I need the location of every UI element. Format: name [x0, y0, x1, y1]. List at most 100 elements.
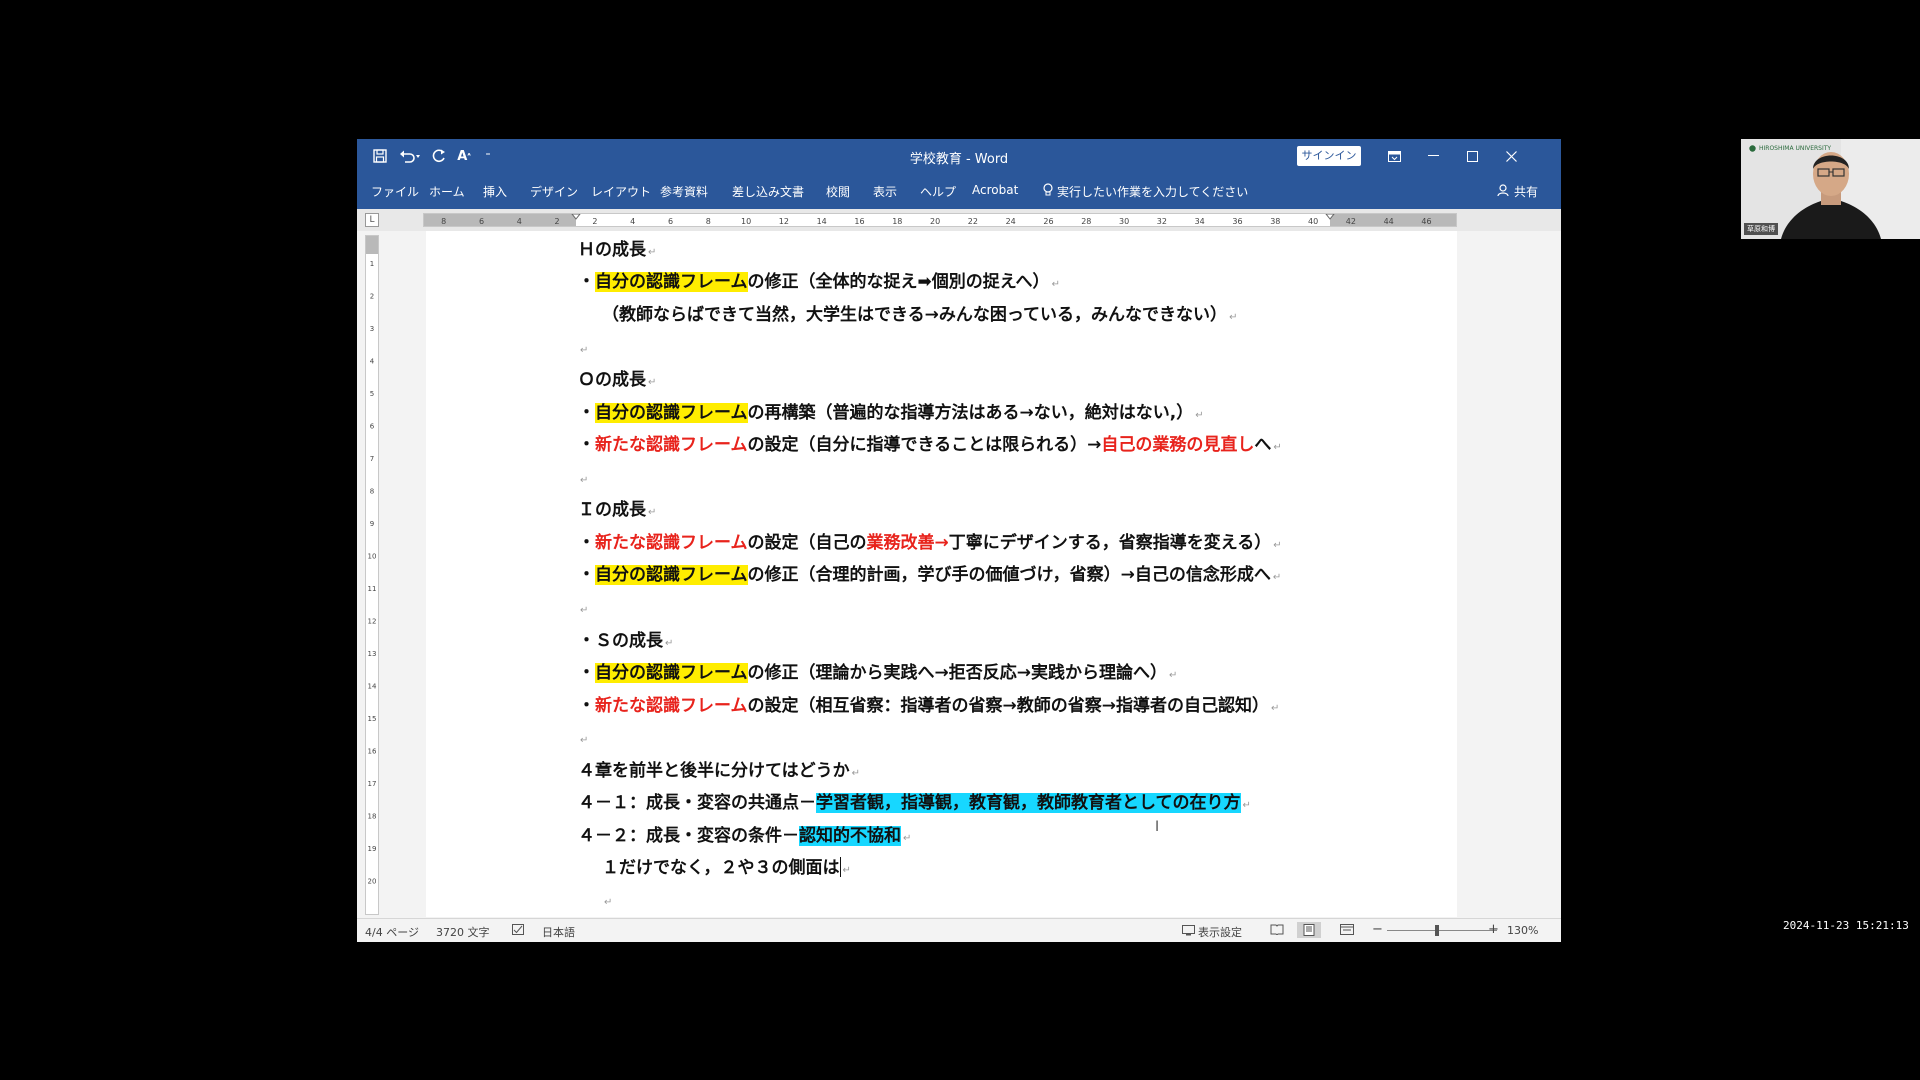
chapter4-2-line: ４－２：成長・変容の条件－認知的不協和 ↵	[578, 826, 912, 846]
ruler-number: 14	[817, 217, 827, 226]
tell-me-box[interactable]: 実行したい作業を入力してください	[1043, 183, 1248, 200]
display-settings-button[interactable]: 表示設定	[1182, 924, 1242, 940]
proofing-icon[interactable]	[512, 924, 524, 935]
ruler-number: 8	[441, 217, 446, 226]
zoom-slider[interactable]	[1387, 930, 1497, 931]
minimize-icon[interactable]	[1421, 144, 1445, 168]
h-line-2: （教師ならばできて当然，大学生はできる→みんな困っている，みんなできない） ↵	[602, 305, 1238, 325]
s-line-1: ・自分の認識フレームの修正（理論から実践へ→拒否反応→実践から理論へ） ↵	[578, 663, 1178, 683]
lightbulb-icon	[1043, 183, 1053, 200]
ruler-number: 26	[1043, 217, 1053, 226]
university-logo-text: HIROSHIMA UNIVERSITY	[1759, 145, 1832, 152]
last-line: １だけでなく，２や３の側面は ↵	[602, 857, 851, 878]
vertical-ruler[interactable]: 1 2 3 4 5 6 7 8 9 10 11 12 13 14 15 16 17 18 19 20	[365, 235, 379, 915]
vertical-ruler-ticks: 1234567891011121314151617181920	[368, 260, 377, 886]
vertical-ruler-number: 5	[370, 390, 374, 398]
tab-help[interactable]: ヘルプ	[920, 183, 956, 200]
vertical-ruler-number: 18	[368, 813, 377, 821]
ruler-number: 2	[592, 217, 597, 226]
vertical-ruler-number: 4	[370, 358, 375, 366]
tab-selector[interactable]: L	[365, 213, 379, 227]
read-mode-icon[interactable]	[1270, 924, 1284, 935]
chapter4-line: ４章を前半と後半に分けてはどうか ↵	[578, 761, 861, 781]
tab-home[interactable]: ホーム	[429, 183, 465, 200]
empty-para: ↵	[580, 605, 589, 616]
ruler-number: 10	[741, 217, 751, 226]
word-window: Aᴬ ⁼ 学校教育 - Word サインイン ファイル ホーム 挿入 デザイン …	[357, 139, 1561, 942]
share-button[interactable]: 共有	[1497, 183, 1538, 200]
horizontal-ruler[interactable]: 8 6 4 2 2 4 6 8 10 12 14 16 18 20 22 24 26 28 30 32 34 36 38 40…	[423, 213, 1457, 227]
maximize-icon[interactable]	[1460, 144, 1484, 168]
language[interactable]: 日本語	[542, 924, 575, 940]
window-title: 学校教育 - Word	[909, 152, 1009, 167]
tab-insert[interactable]: 挿入	[483, 183, 507, 200]
ruler-number: 28	[1081, 217, 1091, 226]
title-bar: Aᴬ ⁼ 学校教育 - Word サインイン	[357, 139, 1561, 173]
zoom-out-button[interactable]: −	[1372, 922, 1383, 937]
tab-review[interactable]: 校閲	[826, 183, 850, 200]
close-icon[interactable]	[1499, 144, 1523, 168]
tab-layout[interactable]: レイアウト	[591, 183, 651, 200]
page-count[interactable]: 4/4 ページ	[365, 924, 419, 940]
ruler-number: 8	[706, 217, 711, 226]
ruler-number: 12	[779, 217, 789, 226]
tab-acrobat[interactable]: Acrobat	[972, 183, 1018, 197]
vertical-ruler-number: 3	[370, 325, 374, 333]
web-layout-icon[interactable]	[1340, 924, 1354, 935]
tell-me-text: 実行したい作業を入力してください	[1057, 185, 1249, 199]
zoom-slider-thumb[interactable]	[1435, 925, 1439, 936]
share-label: 共有	[1514, 185, 1539, 199]
o-line-1: ・自分の認識フレームの再構築（普遍的な指導方法はある→ない，絶対はない,） ↵	[578, 403, 1204, 423]
vertical-ruler-number: 11	[368, 585, 377, 593]
vertical-ruler-number: 19	[368, 845, 377, 853]
tab-references[interactable]: 参考資料	[660, 183, 708, 200]
right-indent-marker[interactable]	[1325, 214, 1335, 220]
empty-para: ↵	[580, 735, 589, 746]
empty-para: ↵	[604, 897, 613, 908]
empty-para: ↵	[580, 345, 589, 356]
vertical-ruler-number: 15	[368, 715, 377, 723]
vertical-ruler-number: 9	[370, 520, 374, 528]
ruler-number: 24	[1006, 217, 1016, 226]
ruler-ticks: 8 6 4 2 2 4 6 8 10 12 14 16 18 20 22 24 26 28 30 32 34 36 38 40…	[441, 214, 1432, 226]
vertical-ruler-number: 20	[368, 878, 377, 886]
ruler-number: 16	[854, 217, 864, 226]
tab-mailings[interactable]: 差し込み文書	[732, 183, 804, 200]
zoom-level[interactable]: 130%	[1507, 924, 1538, 937]
participant-name: 草原和博	[1744, 223, 1778, 235]
ruler-number: 34	[1195, 217, 1205, 226]
vertical-ruler-number: 2	[370, 293, 374, 301]
h-line-1: ・自分の認識フレームの修正（全体的な捉え➡個別の捉えへ） ↵	[578, 272, 1060, 292]
vertical-ruler-margin	[366, 236, 378, 254]
zoom-in-button[interactable]: +	[1488, 922, 1499, 937]
vertical-ruler-number: 14	[368, 683, 377, 691]
ribbon-display-icon[interactable]	[1382, 144, 1406, 168]
horizontal-ruler-row: L 8 6 4 2 2 4 6 8 10 12 14 16 18 20 22 24 26 28 30 32 34 36 38…	[357, 209, 1561, 231]
ruler-number: 6	[479, 217, 484, 226]
monitor-icon	[1182, 925, 1195, 939]
vertical-ruler-number: 1	[370, 260, 374, 268]
ribbon-tabs: ファイル ホーム 挿入 デザイン レイアウト 参考資料 差し込み文書 校閲 表示…	[357, 173, 1561, 209]
ruler-number: 32	[1157, 217, 1167, 226]
print-layout-icon[interactable]	[1297, 922, 1321, 938]
s-line-2: ・新たな認識フレームの設定（相互省察：指導者の省察→教師の省察→指導者の自己認知…	[578, 696, 1280, 716]
word-count[interactable]: 3720 文字	[436, 924, 490, 940]
ruler-number: 4	[517, 217, 522, 226]
chapter4-1-line: ４－１：成長・変容の共通点－学習者観，指導観，教育観，教師教育者としての在り方 ↵	[578, 793, 1251, 813]
ruler-number: 30	[1119, 217, 1129, 226]
ruler-number: 40	[1308, 217, 1318, 226]
vertical-ruler-number: 13	[368, 650, 377, 658]
vertical-ruler-number: 17	[368, 780, 377, 788]
first-line-indent-marker[interactable]	[571, 214, 581, 220]
tab-design[interactable]: デザイン	[530, 183, 578, 200]
heading-h: Ｈの成長 ↵	[578, 240, 657, 260]
tab-view[interactable]: 表示	[873, 183, 897, 200]
sign-in-button[interactable]: サインイン	[1297, 146, 1361, 166]
ruler-number: 44	[1384, 217, 1394, 226]
vertical-ruler-number: 10	[368, 553, 377, 561]
document-page[interactable]: Ｈの成長 ↵ ・自分の認識フレームの修正（全体的な捉え➡個別の捉えへ） ↵ （教師な…	[426, 231, 1457, 917]
person-icon	[1497, 183, 1510, 200]
vertical-ruler-number: 8	[370, 488, 374, 496]
tab-file[interactable]: ファイル	[371, 183, 419, 200]
ruler-number: 18	[892, 217, 902, 226]
